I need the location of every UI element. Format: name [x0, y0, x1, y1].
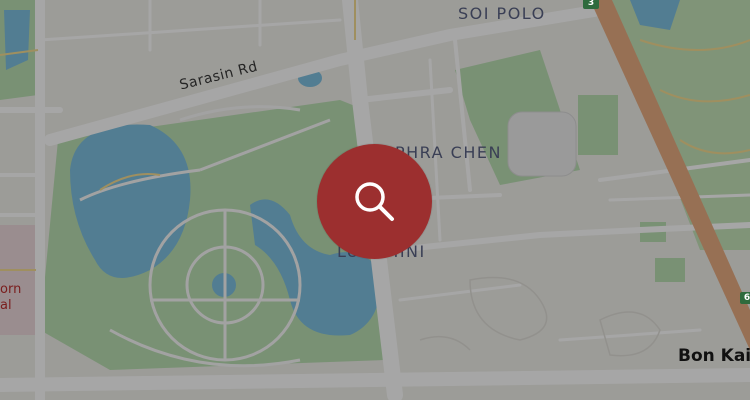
place-label-partial-line1: orn: [0, 282, 22, 297]
map-view[interactable]: SOI POLO PHRA CHEN LUMPHINI Sarasin Rd B…: [0, 0, 750, 400]
search-icon: [354, 181, 394, 221]
route-shield-top: 3: [583, 0, 599, 9]
district-label-soi-polo: SOI POLO: [458, 4, 546, 23]
place-label-partial-left: orn al: [0, 282, 21, 314]
search-button[interactable]: [317, 144, 432, 259]
place-label-partial-line2: al: [0, 298, 12, 313]
route-shield-right: 6: [740, 292, 750, 304]
place-label-bon-kai: Bon Kai: [678, 346, 750, 366]
